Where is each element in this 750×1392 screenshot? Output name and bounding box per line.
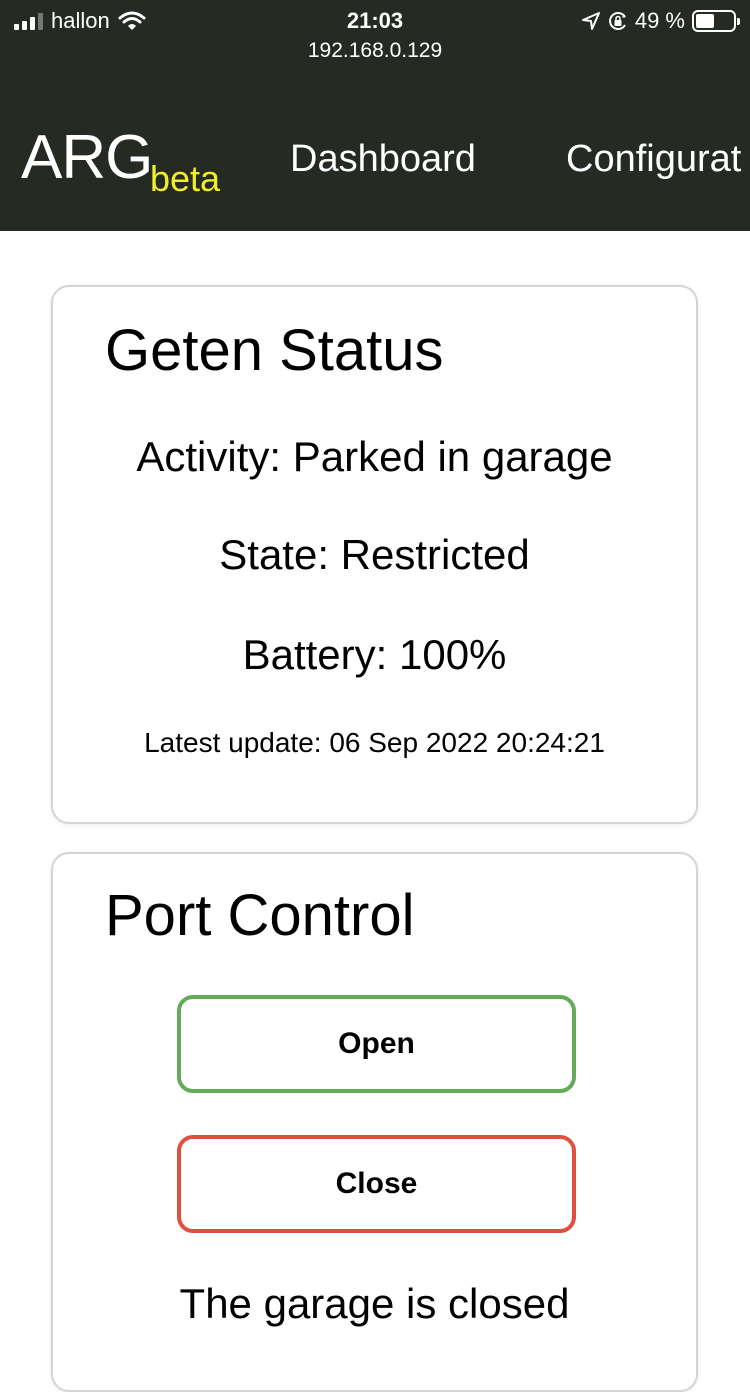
header: hallon 21:03 192.168.0.129 49 % ARG beta… [0,0,750,231]
state-text: State: Restricted [219,531,530,578]
battery-icon [692,10,740,32]
page-url[interactable]: 192.168.0.129 [0,36,750,66]
navbar: ARG beta Dashboard Configurat [0,120,750,200]
battery-text: Battery: 100% [242,631,507,678]
activity-text: Activity: Parked in garage [136,433,613,480]
close-button[interactable]: Close [177,1135,576,1233]
brand-logo[interactable]: ARG [21,122,153,193]
port-control-title: Port Control [105,883,415,948]
status-card-title: Geten Status [105,318,444,383]
garage-status-text: The garage is closed [179,1280,570,1327]
battery-percent: 49 % [634,8,685,33]
port-control-card: Port Control Open Close The garage is cl… [51,852,698,1392]
location-icon [581,12,600,30]
open-button[interactable]: Open [177,995,576,1093]
status-bar-right: 49 % [581,8,740,34]
latest-update-text: Latest update: 06 Sep 2022 20:24:21 [144,727,605,758]
orientation-lock-icon [608,12,626,30]
nav-link-dashboard[interactable]: Dashboard [290,138,476,181]
nav-link-configuration[interactable]: Configurat [566,138,741,181]
status-card: Geten Status Activity: Parked in garage … [51,285,698,824]
brand-beta-label: beta [150,158,221,199]
